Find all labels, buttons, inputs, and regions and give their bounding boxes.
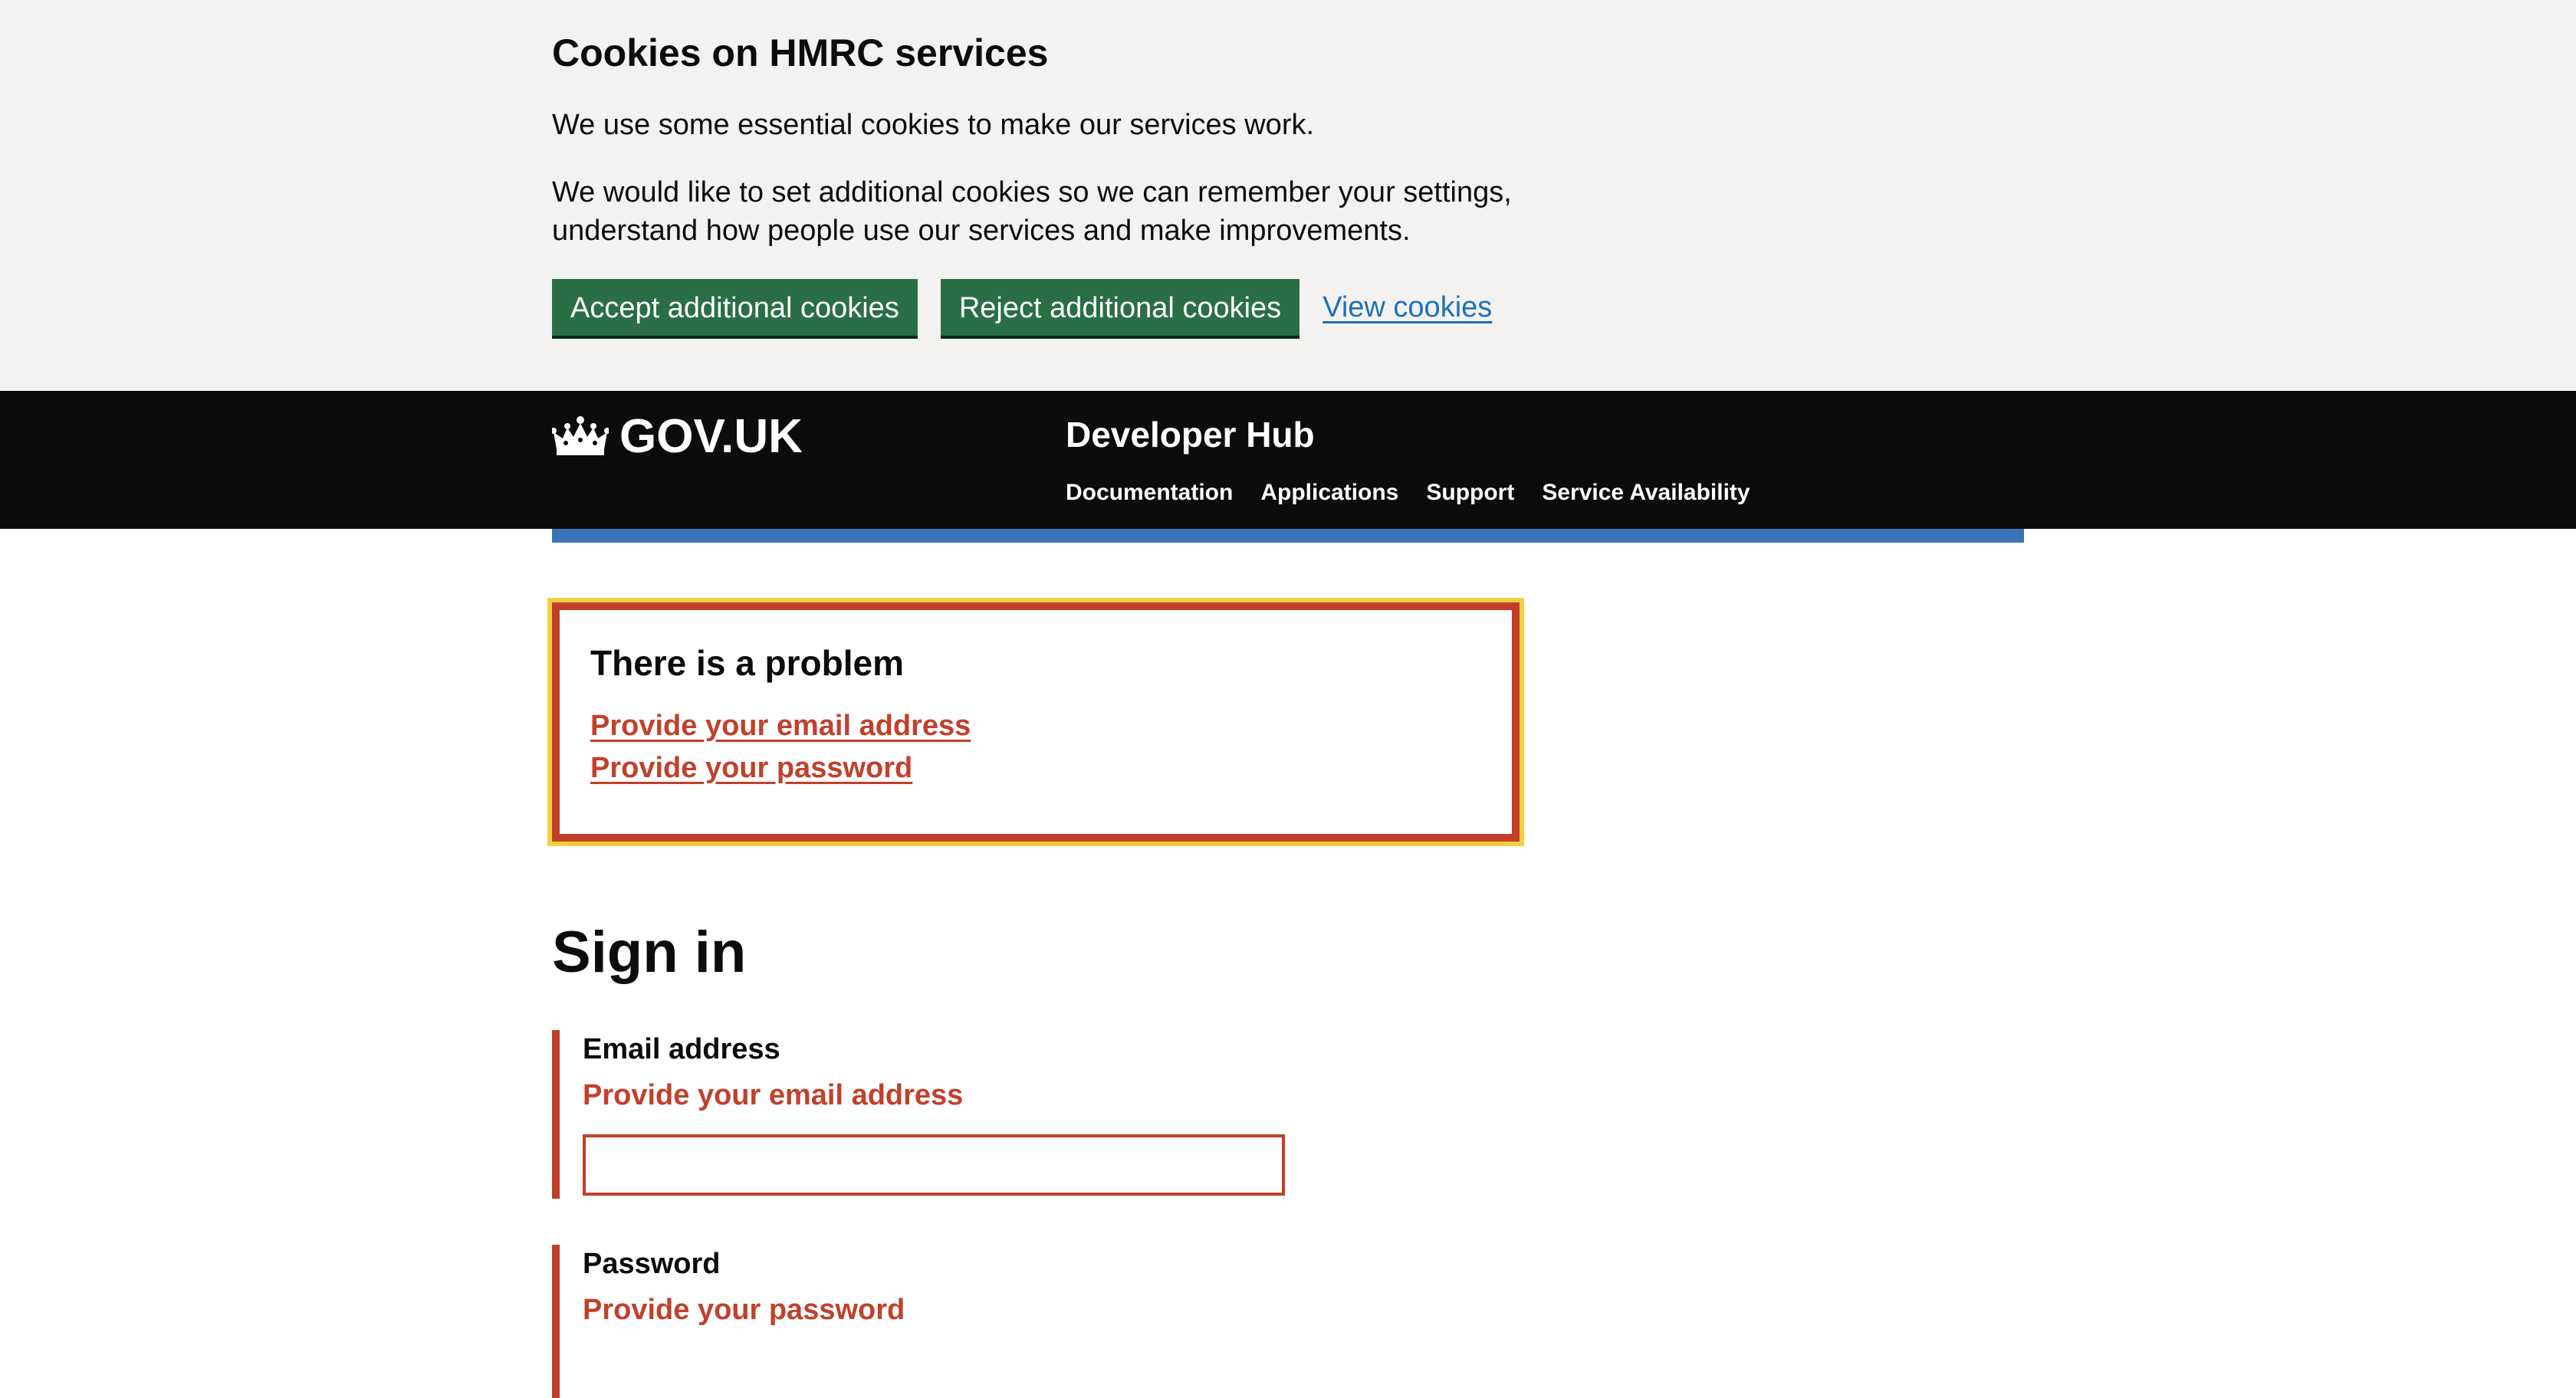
cookie-banner-text-2: We would like to set additional cookies … [552,176,1512,247]
cookie-actions: Accept additional cookies Reject additio… [552,279,2024,336]
error-summary-list: Provide your email address Provide your … [590,710,1481,785]
error-summary-title: There is a problem [590,643,905,683]
govuk-logo-text: GOV.UK [619,410,803,463]
nav-item-service-availability[interactable]: Service Availability [1542,480,1750,506]
govuk-logo-link[interactable]: GOV.UK [552,409,803,464]
email-label: Email address [583,1033,780,1065]
email-error-message: Provide your email address [583,1079,964,1111]
password-label: Password [583,1248,721,1280]
service-name-link[interactable]: Developer Hub [1066,414,1315,455]
view-cookies-link[interactable]: View cookies [1322,291,1492,324]
cookie-banner-text-1: We use some essential cookies to make ou… [552,109,1315,141]
error-summary-item: Provide your password [590,752,1481,785]
error-link-password[interactable]: Provide your password [590,752,912,784]
header-blue-bar [552,529,2024,543]
email-field[interactable] [583,1134,1285,1196]
error-link-email[interactable]: Provide your email address [590,710,971,742]
password-form-group: Password Provide your password [552,1245,2576,1398]
accept-cookies-button[interactable]: Accept additional cookies [552,279,918,336]
nav-item-applications[interactable]: Applications [1260,480,1398,506]
nav-item-support[interactable]: Support [1426,480,1514,506]
page-title: Sign in [552,920,747,985]
nav-item-documentation[interactable]: Documentation [1066,480,1233,506]
header-nav: Documentation Applications Support Servi… [1066,480,1778,506]
password-error-message: Provide your password [583,1294,905,1326]
crown-icon [552,415,609,455]
email-form-group: Email address Provide your email address [552,1030,2576,1199]
site-header: GOV.UK Developer Hub Documentation Appli… [0,391,2576,529]
reject-cookies-button[interactable]: Reject additional cookies [940,279,1300,336]
cookie-banner: Cookies on HMRC services We use some ess… [0,0,2576,391]
error-summary: There is a problem Provide your email ad… [547,598,1524,846]
error-summary-item: Provide your email address [590,710,1481,743]
cookie-banner-title: Cookies on HMRC services [552,31,1049,74]
